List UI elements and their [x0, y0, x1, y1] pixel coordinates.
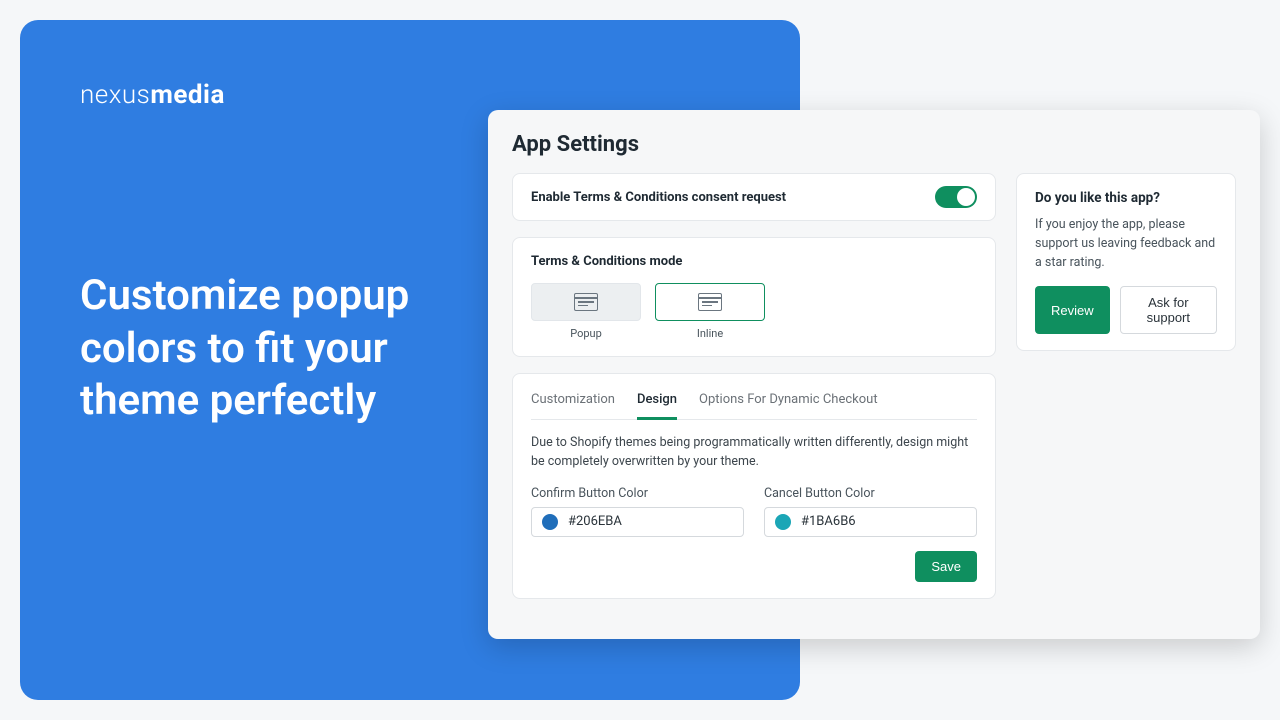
enable-consent-toggle[interactable] [935, 186, 977, 208]
review-button[interactable]: Review [1035, 286, 1110, 334]
mode-box-inline [655, 283, 765, 321]
design-note: Due to Shopify themes being programmatic… [531, 434, 977, 472]
window-icon [698, 293, 722, 311]
tab-customization[interactable]: Customization [531, 386, 615, 419]
mode-option-inline[interactable]: Inline [655, 283, 765, 340]
ask-support-button[interactable]: Ask for support [1120, 286, 1217, 334]
cancel-color-input[interactable]: #1BA6B6 [764, 507, 977, 537]
mode-label-popup: Popup [570, 327, 602, 340]
mode-title: Terms & Conditions mode [531, 254, 977, 269]
mode-box-popup [531, 283, 641, 321]
feedback-card: Do you like this app? If you enjoy the a… [1016, 173, 1236, 351]
confirm-color-value: #206EBA [568, 514, 622, 529]
brand-logo: nexusmedia [80, 80, 740, 110]
page-title: App Settings [512, 132, 1236, 157]
tab-dynamic-checkout[interactable]: Options For Dynamic Checkout [699, 386, 878, 419]
mode-label-inline: Inline [697, 327, 723, 340]
cancel-color-group: Cancel Button Color #1BA6B6 [764, 486, 977, 537]
window-icon [574, 293, 598, 311]
mode-options: Popup Inline [531, 283, 977, 340]
mode-card: Terms & Conditions mode Popup [512, 237, 996, 357]
cancel-color-swatch [775, 514, 791, 530]
feedback-title: Do you like this app? [1035, 190, 1217, 206]
tabs: Customization Design Options For Dynamic… [531, 386, 977, 420]
app-settings-window: App Settings Enable Terms & Conditions c… [488, 110, 1260, 639]
confirm-color-group: Confirm Button Color #206EBA [531, 486, 744, 537]
enable-consent-card: Enable Terms & Conditions consent reques… [512, 173, 996, 221]
enable-consent-label: Enable Terms & Conditions consent reques… [531, 190, 786, 205]
confirm-color-swatch [542, 514, 558, 530]
logo-text-bold: media [150, 80, 225, 110]
confirm-color-label: Confirm Button Color [531, 486, 744, 501]
cancel-color-label: Cancel Button Color [764, 486, 977, 501]
mode-option-popup[interactable]: Popup [531, 283, 641, 340]
tab-design[interactable]: Design [637, 386, 677, 420]
save-button[interactable]: Save [915, 551, 977, 582]
cancel-color-value: #1BA6B6 [801, 514, 856, 529]
feedback-text: If you enjoy the app, please support us … [1035, 216, 1217, 272]
design-card: Customization Design Options For Dynamic… [512, 373, 996, 599]
promo-headline: Customize popup colors to fit your theme… [80, 270, 500, 428]
logo-text-thin: nexus [80, 80, 150, 110]
confirm-color-input[interactable]: #206EBA [531, 507, 744, 537]
